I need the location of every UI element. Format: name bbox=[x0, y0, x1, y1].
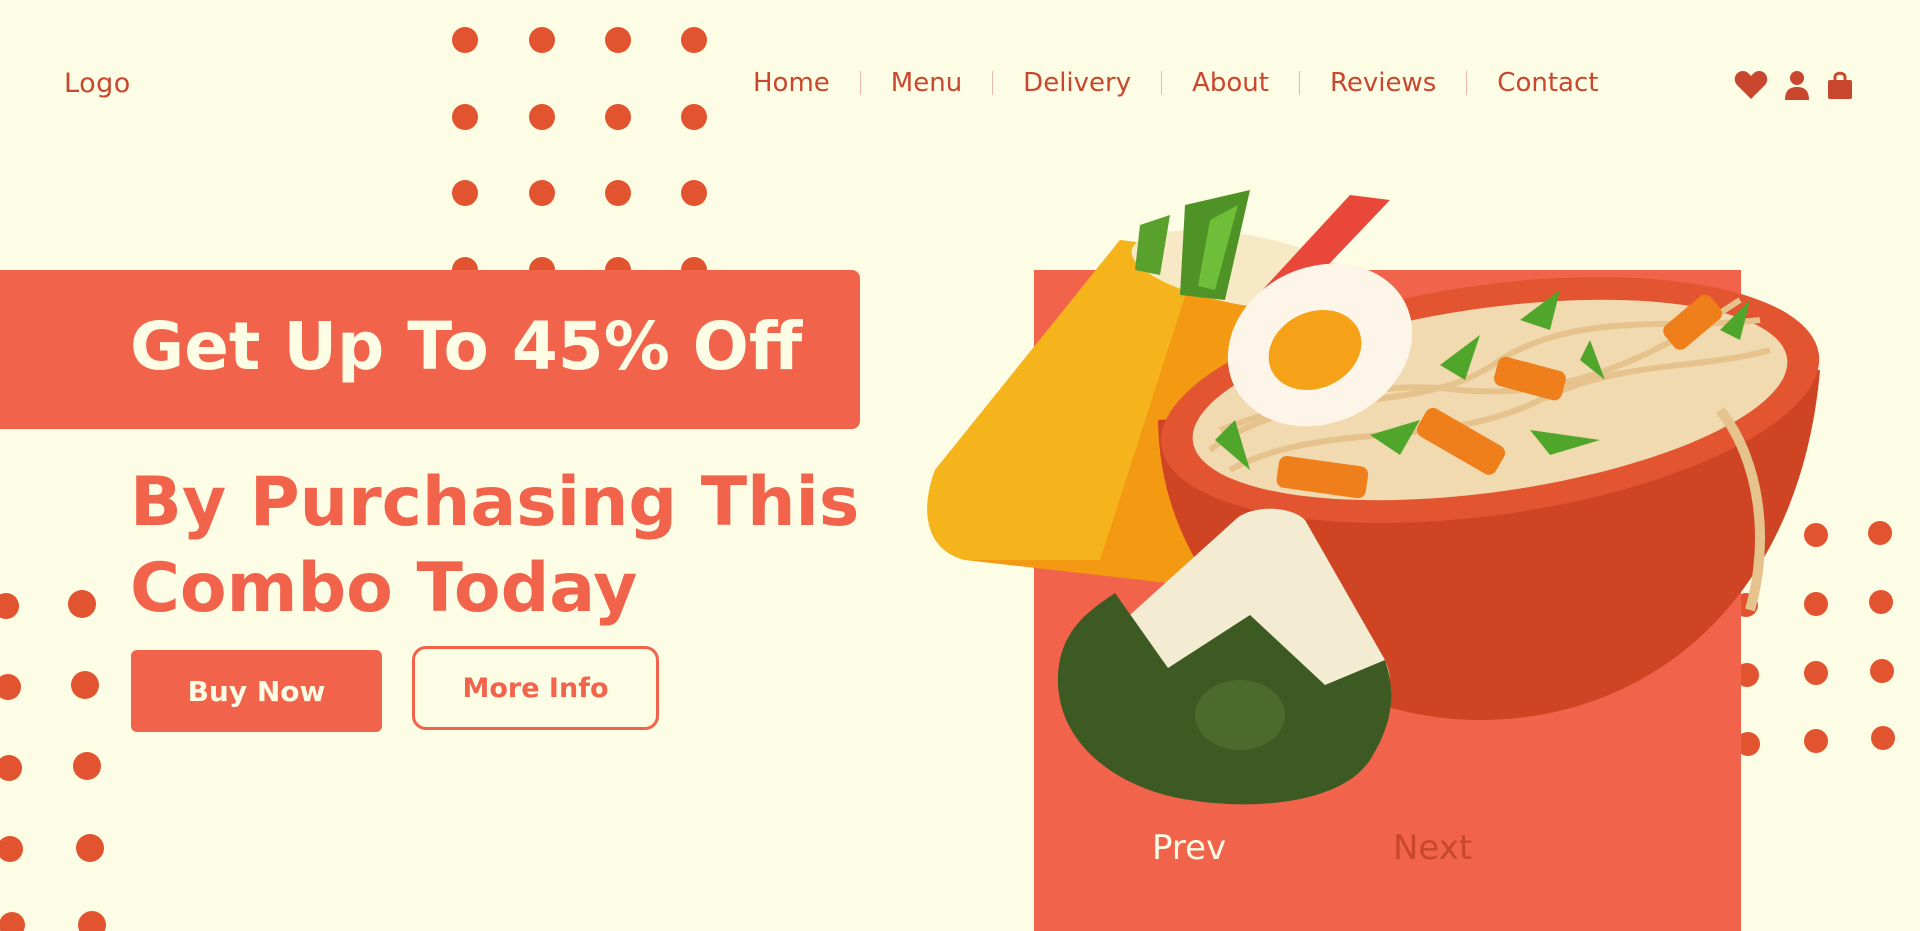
promo-subheadline: By Purchasing This Combo Today bbox=[130, 460, 859, 632]
nav-divider bbox=[859, 71, 861, 95]
nav-divider bbox=[1298, 71, 1300, 95]
user-icon[interactable] bbox=[1784, 70, 1810, 100]
nav-divider bbox=[1466, 71, 1468, 95]
promo-subheadline-line2: Combo Today bbox=[130, 549, 638, 628]
heart-icon[interactable] bbox=[1734, 70, 1768, 100]
dot-pattern-left bbox=[0, 590, 106, 931]
header-icons bbox=[1734, 70, 1854, 100]
nav-home[interactable]: Home bbox=[753, 68, 830, 98]
main-nav: Home Menu Delivery About Reviews Contact bbox=[753, 68, 1598, 98]
shopping-bag-icon[interactable] bbox=[1826, 70, 1854, 100]
logo[interactable]: Logo bbox=[64, 68, 131, 99]
food-combo-illustration bbox=[927, 190, 1820, 805]
promo-subheadline-line1: By Purchasing This bbox=[130, 463, 860, 542]
promo-headline: Get Up To 45% Off bbox=[130, 308, 803, 385]
next-button[interactable]: Next bbox=[1393, 828, 1472, 868]
nav-delivery[interactable]: Delivery bbox=[1023, 68, 1131, 98]
nav-contact[interactable]: Contact bbox=[1497, 68, 1598, 98]
nav-divider bbox=[992, 71, 994, 95]
dot-pattern-top bbox=[452, 27, 707, 278]
nav-divider bbox=[1161, 71, 1163, 95]
prev-button[interactable]: Prev bbox=[1152, 828, 1226, 868]
more-info-button[interactable]: More Info bbox=[412, 646, 659, 730]
buy-now-button[interactable]: Buy Now bbox=[131, 650, 382, 732]
nav-menu[interactable]: Menu bbox=[891, 68, 962, 98]
nav-about[interactable]: About bbox=[1192, 68, 1269, 98]
nav-reviews[interactable]: Reviews bbox=[1330, 68, 1436, 98]
